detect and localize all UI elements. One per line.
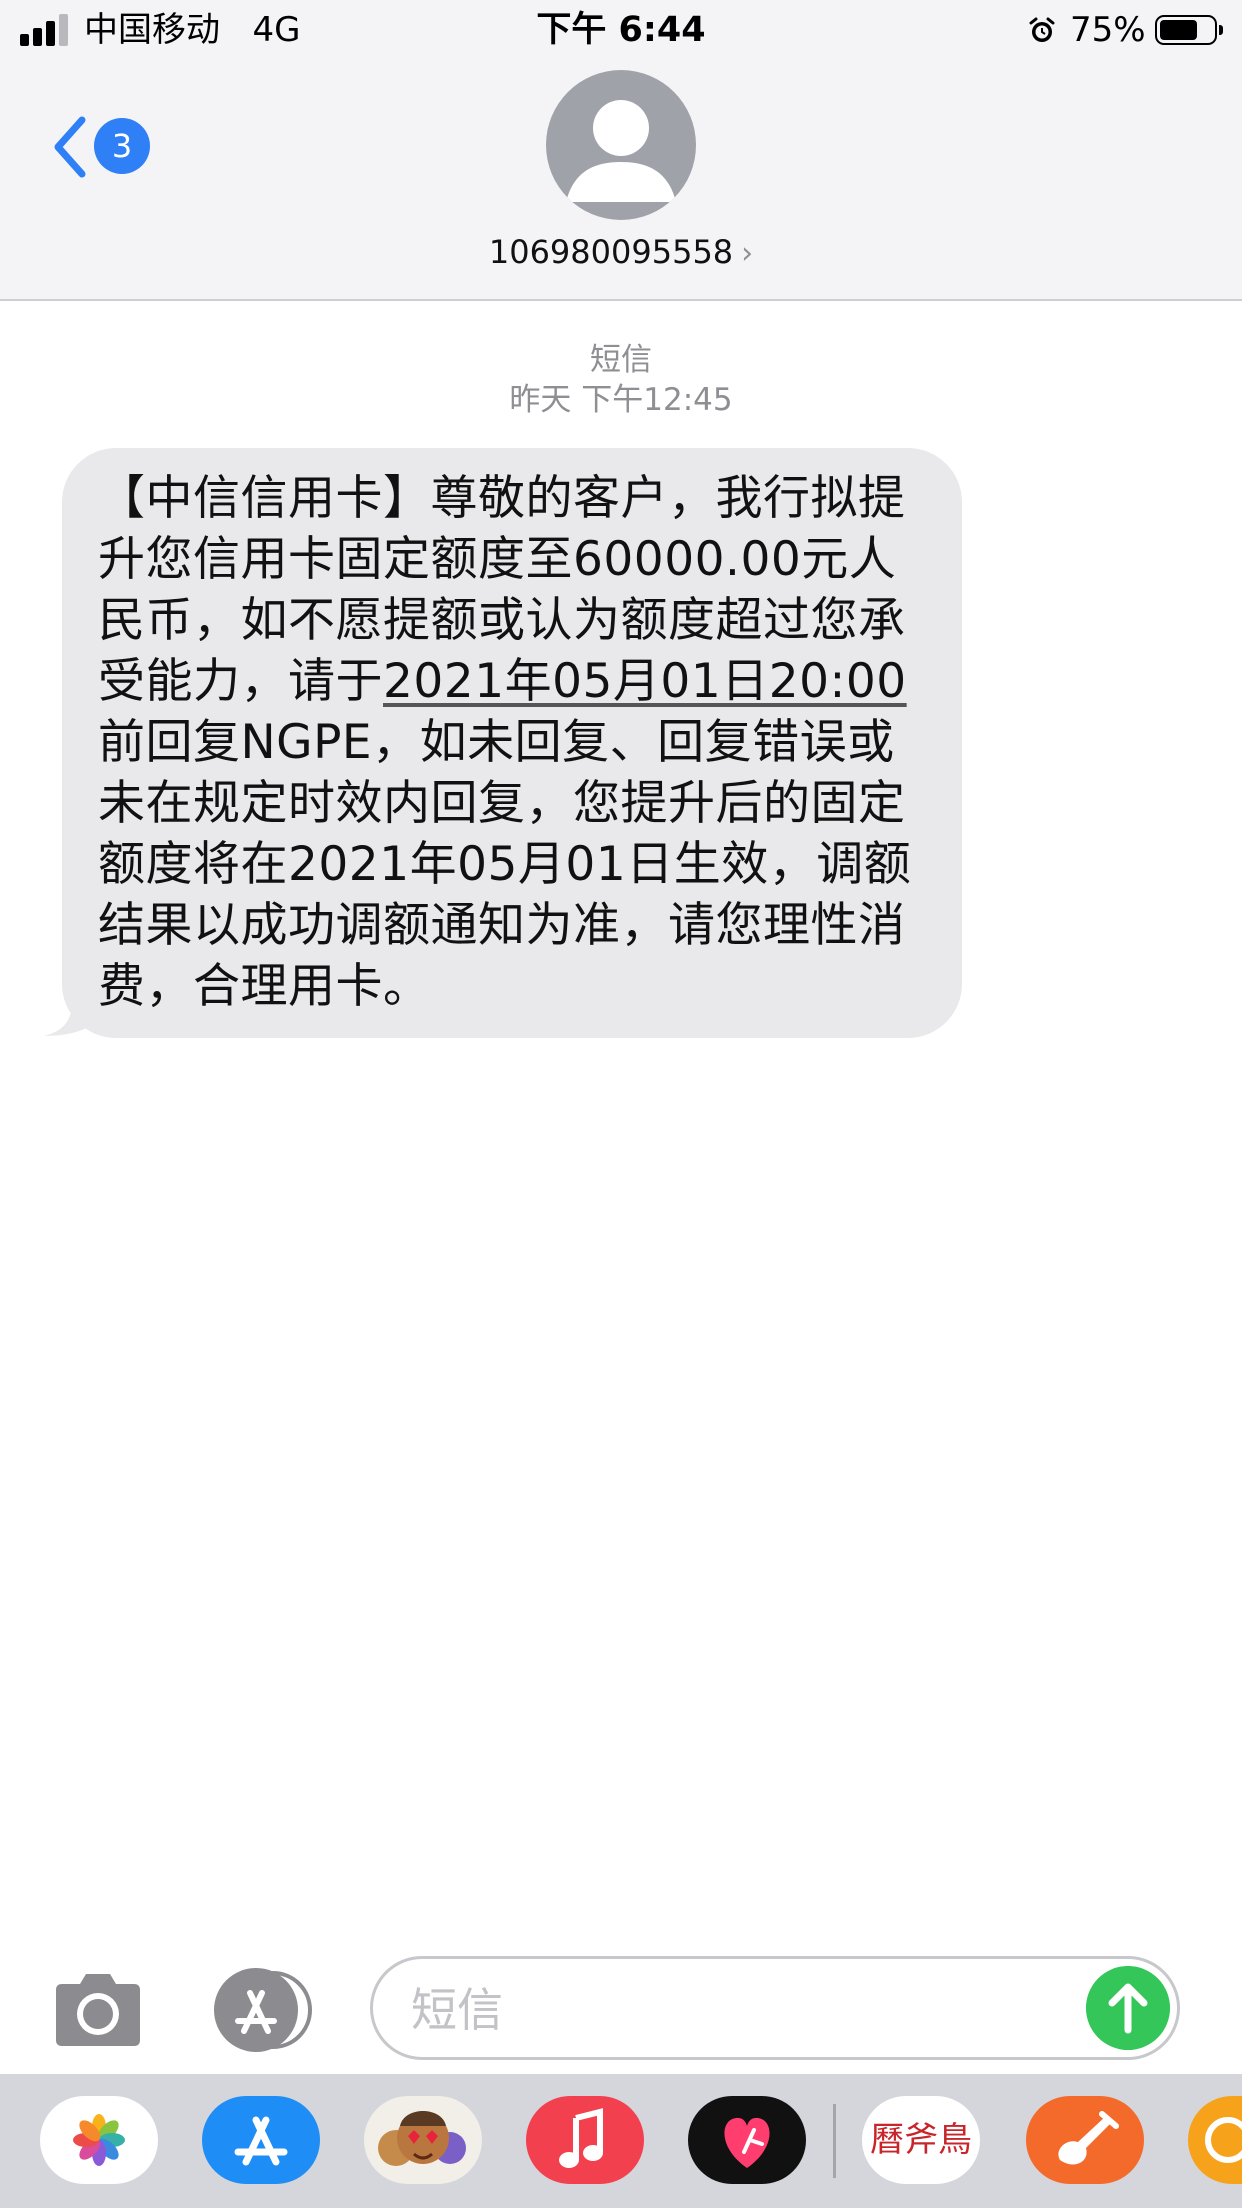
message-timestamp: 昨天 下午12:45 <box>509 382 733 418</box>
chevron-left-icon <box>54 116 86 178</box>
header: 中国移动 4G 下午 6:44 75% 3 106980095558 › <box>0 0 1242 301</box>
battery-percent: 75% <box>1070 10 1146 50</box>
contact-number: 106980095558 <box>488 233 734 271</box>
message-service-label: 短信 <box>590 342 652 378</box>
camera-icon[interactable] <box>50 1970 146 2048</box>
person-icon <box>566 100 676 202</box>
heart-app-icon[interactable] <box>688 2096 806 2184</box>
seal-app-icon[interactable]: 曆斧鳥 <box>862 2096 980 2184</box>
chevron-right-icon: › <box>741 236 754 271</box>
message-text-part2: 前回复NGPE，如未回复、回复错误或未在规定时效内回复，您提升后的固定额度将在2… <box>98 715 912 1014</box>
contact-title[interactable]: 106980095558 › <box>0 232 1242 274</box>
send-button[interactable] <box>1086 1966 1170 2050</box>
garageband-app-icon[interactable] <box>1026 2096 1144 2184</box>
app-drawer: 曆斧鳥 <box>0 2074 1242 2208</box>
drawer-divider <box>833 2104 836 2178</box>
message-text: 【中信信用卡】尊敬的客户，我行拟提升您信用卡固定额度至60000.00元人民币，… <box>98 468 932 1017</box>
back-button[interactable]: 3 <box>46 110 156 182</box>
status-bar: 中国移动 4G 下午 6:44 75% <box>0 0 1242 62</box>
message-input[interactable] <box>409 1979 1053 2041</box>
photos-app-icon[interactable] <box>40 2096 158 2184</box>
alarm-clock-icon <box>1029 17 1055 42</box>
app-store-drawer-icon[interactable] <box>208 1965 318 2055</box>
battery-icon <box>1155 15 1223 45</box>
unread-count-badge: 3 <box>94 118 150 174</box>
seal-app-label: 曆斧鳥 <box>870 2120 972 2160</box>
orange-app-icon[interactable] <box>1188 2096 1242 2184</box>
message-input-container[interactable] <box>370 1956 1180 2060</box>
message-bubble[interactable]: 【中信信用卡】尊敬的客户，我行拟提升您信用卡固定额度至60000.00元人民币，… <box>62 448 962 1038</box>
music-app-icon[interactable] <box>526 2096 644 2184</box>
contact-avatar[interactable] <box>546 70 696 220</box>
deadline-date-link[interactable]: 2021年05月01日20:00 <box>383 654 907 709</box>
app-store-app-icon[interactable] <box>202 2096 320 2184</box>
memoji-app-icon[interactable] <box>364 2096 482 2184</box>
